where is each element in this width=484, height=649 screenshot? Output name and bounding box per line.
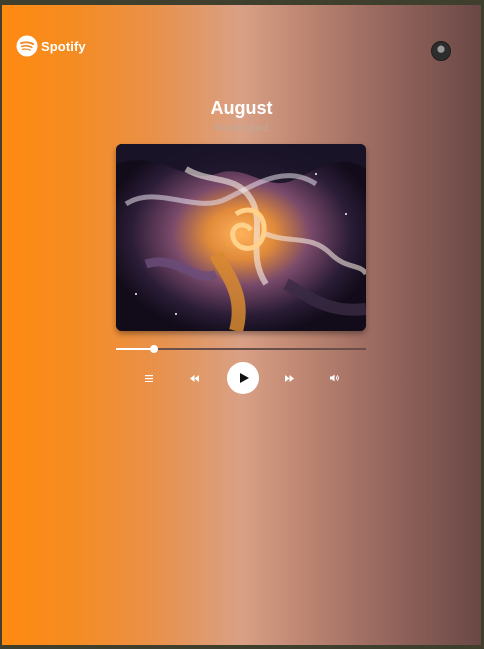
volume-icon xyxy=(329,369,339,387)
track-artist: Mockingbird xyxy=(214,123,269,134)
play-icon xyxy=(239,373,249,383)
progress-knob[interactable] xyxy=(149,345,158,353)
list-icon xyxy=(145,369,153,387)
queue-button[interactable] xyxy=(143,372,155,384)
next-button[interactable] xyxy=(283,372,295,384)
fast-forward-icon xyxy=(284,369,294,387)
progress-fill xyxy=(116,348,154,350)
previous-button[interactable] xyxy=(188,372,200,384)
brand-name: Spotify xyxy=(41,38,86,54)
play-button[interactable] xyxy=(227,362,259,394)
progress-bar[interactable] xyxy=(116,345,366,353)
spotify-logo[interactable]: Spotify xyxy=(16,35,86,57)
player-controls xyxy=(116,362,366,394)
app-window: Spotify August Mockingbird xyxy=(0,0,484,649)
track-title: August xyxy=(210,98,273,118)
user-avatar[interactable] xyxy=(431,41,451,61)
album-art xyxy=(116,144,366,331)
volume-button[interactable] xyxy=(328,372,340,384)
spotify-logo-icon xyxy=(16,35,38,57)
rewind-icon xyxy=(189,369,199,387)
